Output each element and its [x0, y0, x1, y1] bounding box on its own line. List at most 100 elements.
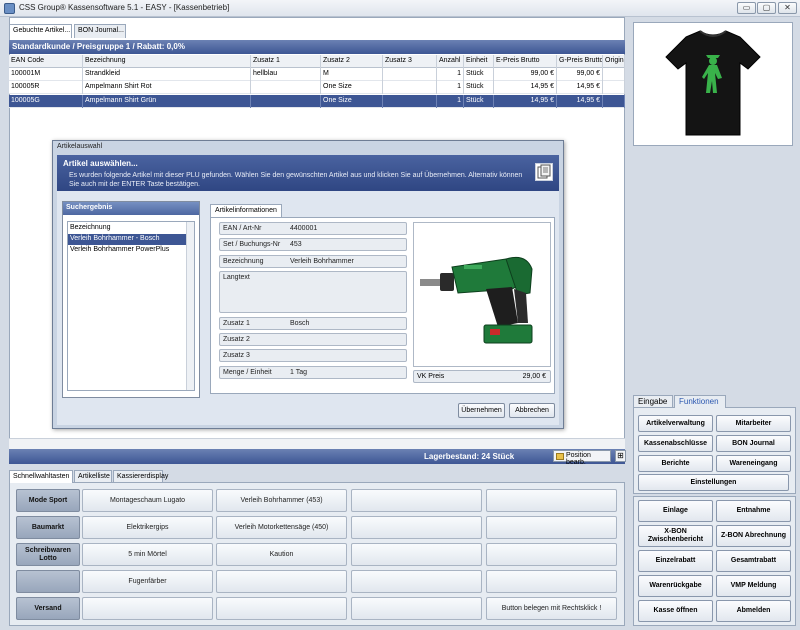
col-eprice[interactable]: E-Preis Brutto: [494, 55, 557, 68]
col-ean[interactable]: EAN Code: [9, 55, 83, 68]
table-row[interactable]: 100001M Strandkleid hellblau M 1 Stück 9…: [9, 68, 625, 81]
minimize-button[interactable]: ▭: [737, 2, 756, 14]
quick-button[interactable]: [351, 570, 482, 593]
quick-button[interactable]: Elektrikergips: [82, 516, 213, 539]
z1-label: Zusatz 1: [223, 320, 250, 327]
employees-button[interactable]: Mitarbeiter: [716, 415, 791, 432]
cell-z3: [383, 68, 437, 81]
grid-icon[interactable]: ⊞: [615, 450, 626, 462]
quick-button[interactable]: [486, 516, 617, 539]
table-row-selected[interactable]: 100005G Ampelmann Shirt Grün One Size 1 …: [9, 95, 625, 108]
article-info-panel: EAN / Art-Nr 4400001 Set / Buchungs-Nr 4…: [210, 217, 555, 394]
status-bar: Lagerbestand: 24 Stück Position bearb. ⊞: [9, 449, 626, 466]
longtext-field: Langtext: [219, 271, 407, 313]
col-original[interactable]: Original: [603, 55, 625, 68]
quick-button[interactable]: Verleih Motorkettensäge (450): [216, 516, 347, 539]
closings-button[interactable]: Kassenabschlüsse: [638, 435, 713, 452]
vmp-report-button[interactable]: VMP Meldung: [716, 575, 791, 597]
z-bon-button[interactable]: Z-BON Abrechnung: [716, 525, 791, 547]
withdrawal-button[interactable]: Entnahme: [716, 500, 791, 522]
total-discount-button[interactable]: Gesamtrabatt: [716, 550, 791, 572]
category-empty[interactable]: [16, 570, 80, 593]
quick-button[interactable]: 5 min Mörtel: [82, 543, 213, 566]
tab-booked-items[interactable]: Gebuchte Artikel...: [9, 24, 72, 38]
open-drawer-button[interactable]: Kasse öffnen: [638, 600, 713, 622]
goods-receipt-button[interactable]: Wareneingang: [716, 455, 791, 472]
category-versand[interactable]: Versand: [16, 597, 80, 620]
accept-button[interactable]: Übernehmen: [458, 403, 505, 418]
ean-field: EAN / Art-Nr 4400001: [219, 222, 407, 235]
col-z3[interactable]: Zusatz 3: [383, 55, 437, 68]
documents-icon: [535, 163, 553, 181]
bon-journal-button[interactable]: BON Journal: [716, 435, 791, 452]
qty-label: Menge / Einheit: [223, 369, 272, 376]
col-unit[interactable]: Einheit: [464, 55, 494, 68]
settings-button[interactable]: Einstellungen: [638, 474, 789, 491]
dialog-body: Suchergebnis Bezeichnung Verleih Bohrham…: [57, 191, 559, 425]
edit-position-label: Position bearb.: [566, 452, 591, 466]
set-label: Set / Buchungs-Nr: [223, 241, 281, 248]
tab-funktionen[interactable]: Funktionen: [674, 395, 726, 408]
category-schreibwaren[interactable]: Schreibwaren Lotto: [16, 543, 80, 566]
vertical-scrollbar[interactable]: [186, 222, 194, 390]
maximize-button[interactable]: ▢: [757, 2, 776, 14]
name-value: Verleih Bohrhammer: [290, 258, 354, 265]
quick-button[interactable]: [351, 489, 482, 512]
quick-button[interactable]: [351, 597, 482, 620]
tab-bon-journal[interactable]: BON Journal...: [74, 24, 126, 38]
quick-button[interactable]: [486, 570, 617, 593]
logout-button[interactable]: Abmelden: [716, 600, 791, 622]
cell-z2: One Size: [321, 95, 383, 108]
quick-button[interactable]: Fugenfärber: [82, 570, 213, 593]
set-value: 453: [290, 241, 302, 248]
longtext-label: Langtext: [223, 274, 250, 281]
z3-label: Zusatz 3: [223, 352, 250, 359]
quick-button[interactable]: [216, 570, 347, 593]
quick-button-assign-hint[interactable]: Button belegen mit Rechtsklick !: [486, 597, 617, 620]
col-gprice[interactable]: G-Preis Brutto: [557, 55, 603, 68]
list-item[interactable]: Verleih Bohrhammer - Bosch: [68, 234, 194, 245]
deposit-button[interactable]: Einlage: [638, 500, 713, 522]
search-result-title: Suchergebnis: [63, 202, 199, 215]
list-item[interactable]: Verleih Bohrhammer PowerPlus: [68, 245, 194, 256]
search-result-list[interactable]: Bezeichnung Verleih Bohrhammer - Bosch V…: [67, 221, 195, 391]
category-baumarkt[interactable]: Baumarkt: [16, 516, 80, 539]
edit-position-button[interactable]: Position bearb.: [553, 450, 611, 466]
cell-ean: 100005R: [9, 81, 83, 94]
quick-button[interactable]: Verleih Bohrhammer (453): [216, 489, 347, 512]
dialog-header: Artikel auswählen... Es wurden folgende …: [57, 155, 559, 191]
quick-button[interactable]: [216, 597, 347, 620]
cell-gprice: 14,95 €: [557, 95, 603, 108]
title-bar: CSS Group® Kassensoftware 5.1 - EASY - […: [0, 0, 800, 17]
quick-button[interactable]: Kaution: [216, 543, 347, 566]
tab-article-info[interactable]: Artikelinformationen: [210, 204, 282, 217]
col-qty[interactable]: Anzahl: [437, 55, 464, 68]
article-selection-dialog: Artikelauswahl Artikel auswählen... Es w…: [52, 140, 564, 429]
reports-button[interactable]: Berichte: [638, 455, 713, 472]
horizontal-scrollbar[interactable]: [9, 438, 625, 449]
cell-unit: Stück: [464, 68, 494, 81]
article-image: [413, 222, 551, 367]
quick-button[interactable]: [351, 516, 482, 539]
quick-button[interactable]: [351, 543, 482, 566]
cell-ean: 100005G: [9, 95, 83, 108]
single-discount-button[interactable]: Einzelrabatt: [638, 550, 713, 572]
z3-field: Zusatz 3: [219, 349, 407, 362]
dialog-title: Artikelauswahl: [57, 143, 103, 150]
category-mode-sport[interactable]: Mode Sport: [16, 489, 80, 512]
table-row[interactable]: 100005R Ampelmann Shirt Rot One Size 1 S…: [9, 81, 625, 94]
cancel-button[interactable]: Abbrechen: [509, 403, 555, 418]
col-name[interactable]: Bezeichnung: [83, 55, 251, 68]
close-button[interactable]: ✕: [778, 2, 797, 14]
article-management-button[interactable]: Artikelverwaltung: [638, 415, 713, 432]
col-z1[interactable]: Zusatz 1: [251, 55, 321, 68]
quick-button[interactable]: [486, 543, 617, 566]
col-z2[interactable]: Zusatz 2: [321, 55, 383, 68]
quick-button[interactable]: Montageschaum Lugato: [82, 489, 213, 512]
quick-button[interactable]: [82, 597, 213, 620]
vk-price-label: VK Preis: [417, 373, 445, 380]
x-bon-button[interactable]: X-BON Zwischenbericht: [638, 525, 713, 547]
quick-button[interactable]: [486, 489, 617, 512]
tab-quick-keys[interactable]: Schnellwahltasten: [9, 470, 73, 483]
return-goods-button[interactable]: Warenrückgabe: [638, 575, 713, 597]
